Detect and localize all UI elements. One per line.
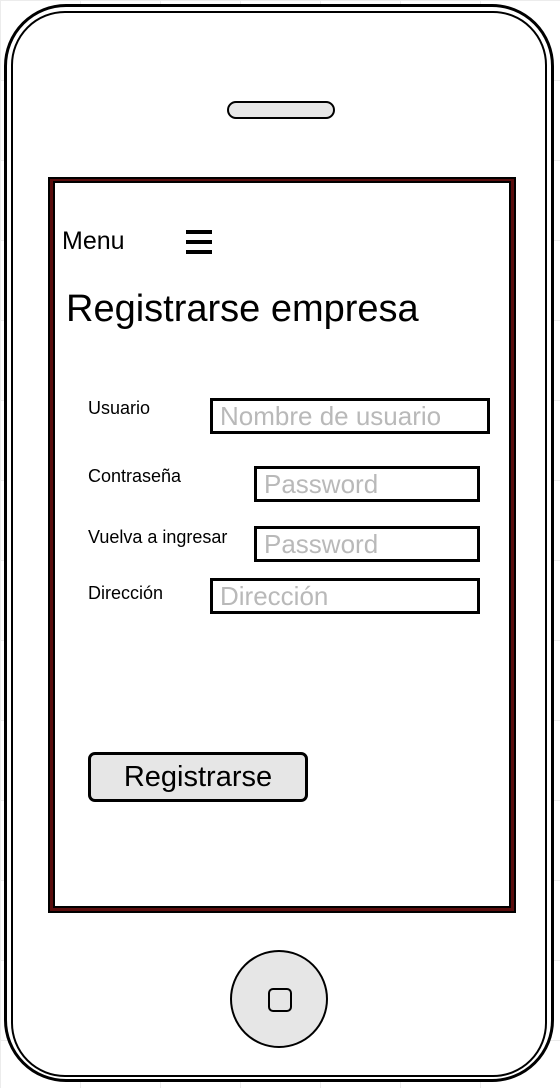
password-label: Contraseña <box>88 466 182 486</box>
home-square-icon <box>268 988 292 1012</box>
password-input[interactable] <box>254 466 480 502</box>
register-button[interactable]: Registrarse <box>88 752 308 802</box>
page-title: Registrarse empresa <box>66 288 419 330</box>
hamburger-icon[interactable] <box>186 230 212 254</box>
address-input[interactable] <box>210 578 480 614</box>
home-button-icon[interactable] <box>230 950 328 1048</box>
username-label: Usuario <box>88 398 151 418</box>
address-label: Dirección <box>88 583 164 603</box>
confirm-password-label: Vuelva a ingresar <box>88 527 228 547</box>
confirm-password-input[interactable] <box>254 526 480 562</box>
speaker-grille <box>227 101 335 119</box>
menu-label: Menu <box>62 227 125 255</box>
username-input[interactable] <box>210 398 490 434</box>
